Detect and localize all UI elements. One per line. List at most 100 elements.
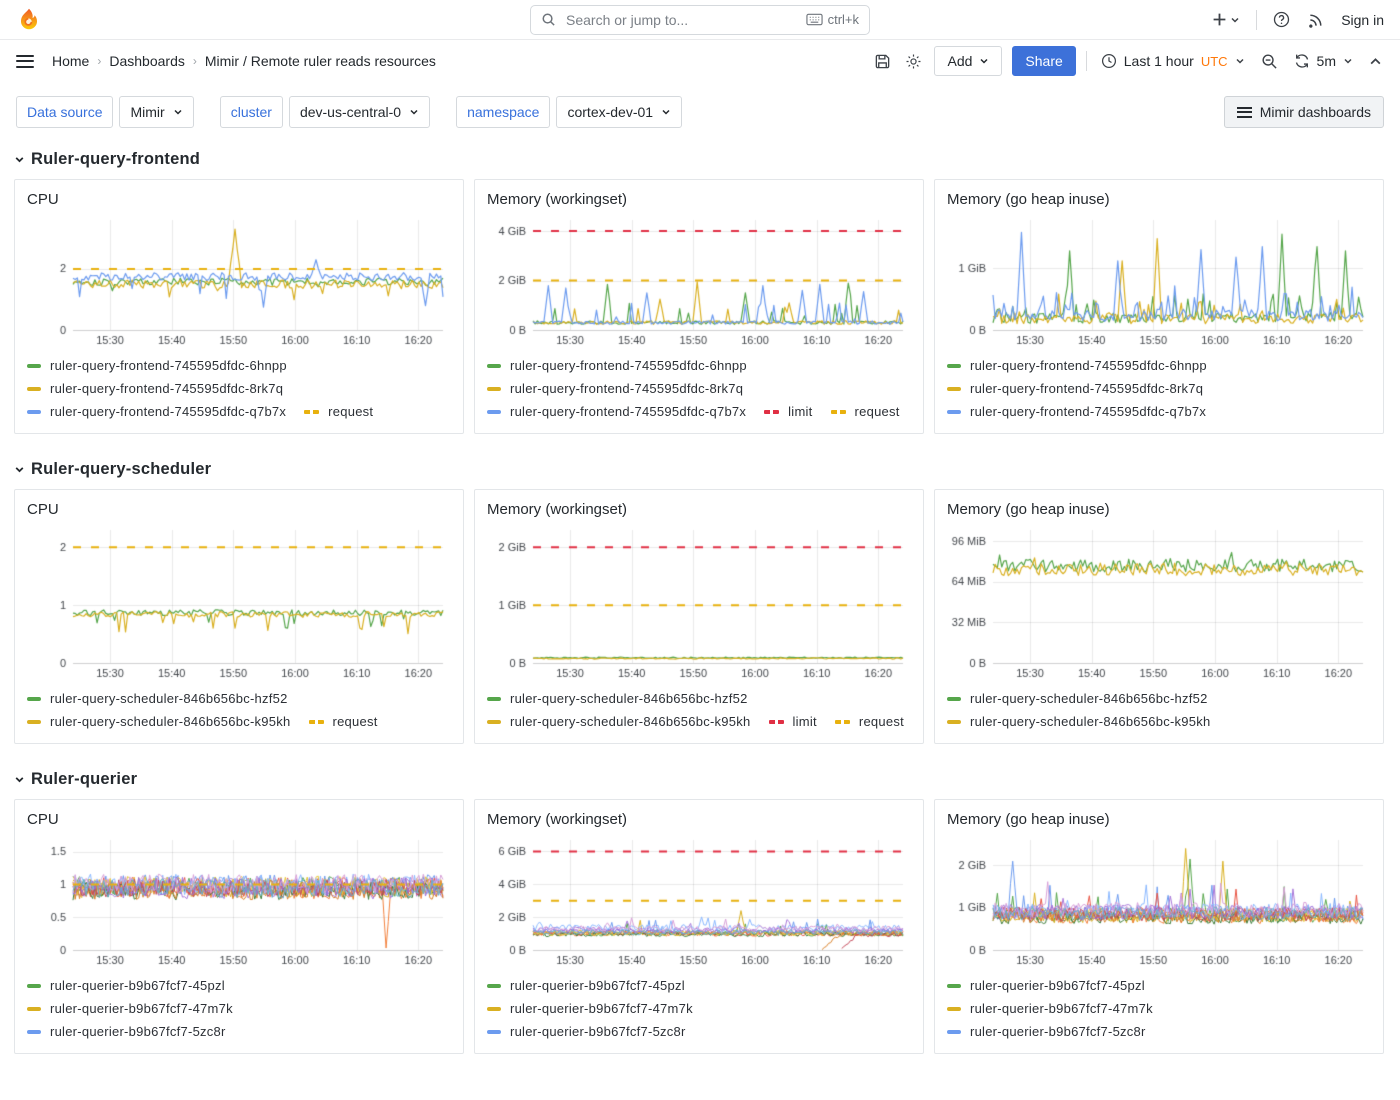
chart-canvas[interactable] <box>27 522 451 683</box>
plus-icon <box>1212 12 1227 27</box>
legend-item[interactable]: ruler-query-scheduler-846b656bc-k95kh <box>27 714 291 729</box>
legend-item[interactable]: ruler-querier-b9b67fcf7-47m7k <box>947 1001 1153 1016</box>
chart-canvas[interactable] <box>487 832 911 970</box>
panel: Memory (workingset) ruler-querier-b9b67f… <box>474 799 924 1054</box>
chart-canvas[interactable] <box>947 832 1371 970</box>
chart-canvas[interactable] <box>27 832 451 970</box>
section-header[interactable]: Ruler-query-frontend <box>0 142 1400 175</box>
legend-label: ruler-querier-b9b67fcf7-45pzl <box>510 978 685 993</box>
panel-title[interactable]: CPU <box>27 500 451 520</box>
add-panel-button[interactable]: Add <box>934 46 1002 76</box>
breadcrumb-home[interactable]: Home <box>52 53 89 69</box>
top-nav: ctrl+k Sign in <box>0 0 1400 40</box>
legend-item[interactable]: ruler-query-frontend-745595dfdc-8rk7q <box>27 381 283 396</box>
legend-item[interactable]: ruler-query-frontend-745595dfdc-8rk7q <box>487 381 743 396</box>
legend-item[interactable]: request <box>304 404 373 419</box>
refresh-button[interactable]: 5m <box>1290 53 1357 69</box>
mimir-dashboards-button[interactable]: Mimir dashboards <box>1224 96 1384 128</box>
search-input[interactable] <box>564 11 798 29</box>
panel-title[interactable]: Memory (go heap inuse) <box>947 500 1371 520</box>
legend-row: ruler-query-frontend-745595dfdc-q7b7x req… <box>27 400 451 423</box>
legend-item[interactable]: ruler-query-frontend-745595dfdc-q7b7x <box>27 404 286 419</box>
time-range-picker[interactable]: Last 1 hour UTC <box>1097 53 1249 69</box>
sign-in-link[interactable]: Sign in <box>1341 12 1384 28</box>
chart-canvas[interactable] <box>487 212 911 350</box>
legend-item[interactable]: limit <box>769 714 817 729</box>
chart-canvas[interactable] <box>947 522 1371 683</box>
breadcrumb-dashboards[interactable]: Dashboards <box>109 53 185 69</box>
namespace-picker[interactable]: cortex-dev-01 <box>556 96 682 128</box>
panel-title[interactable]: Memory (go heap inuse) <box>947 810 1371 830</box>
legend-item[interactable]: ruler-querier-b9b67fcf7-45pzl <box>947 978 1145 993</box>
legend-swatch <box>304 410 319 414</box>
save-dashboard-button[interactable] <box>872 51 893 72</box>
grafana-logo[interactable] <box>16 7 42 33</box>
legend-row: ruler-query-frontend-745595dfdc-8rk7q <box>27 377 451 400</box>
chart-canvas[interactable] <box>487 522 911 683</box>
legend-item[interactable]: ruler-query-scheduler-846b656bc-hzf52 <box>487 691 748 706</box>
zoom-out-button[interactable] <box>1259 51 1280 72</box>
chevron-right-icon: › <box>97 54 101 68</box>
legend-item[interactable]: ruler-querier-b9b67fcf7-45pzl <box>487 978 685 993</box>
panel-title[interactable]: Memory (go heap inuse) <box>947 190 1371 210</box>
legend-item[interactable]: ruler-query-frontend-745595dfdc-6hnpp <box>487 358 747 373</box>
news-rss-icon <box>1308 11 1325 28</box>
panel-title[interactable]: CPU <box>27 810 451 830</box>
namespace-label[interactable]: namespace <box>456 96 550 128</box>
legend-label: ruler-query-frontend-745595dfdc-6hnpp <box>970 358 1207 373</box>
legend-label: ruler-query-scheduler-846b656bc-hzf52 <box>970 691 1208 706</box>
legend-item[interactable]: ruler-querier-b9b67fcf7-5zc8r <box>27 1024 226 1039</box>
search-box[interactable]: ctrl+k <box>530 5 870 35</box>
legend-item[interactable]: ruler-query-frontend-745595dfdc-8rk7q <box>947 381 1203 396</box>
chart-canvas[interactable] <box>947 212 1371 350</box>
legend: ruler-query-scheduler-846b656bc-hzf52 rul… <box>947 687 1371 733</box>
legend-swatch <box>947 984 961 988</box>
datasource-label[interactable]: Data source <box>16 96 113 128</box>
clock-icon <box>1101 53 1117 69</box>
legend-item[interactable]: ruler-querier-b9b67fcf7-5zc8r <box>487 1024 686 1039</box>
legend-swatch <box>487 364 501 368</box>
legend-label: ruler-querier-b9b67fcf7-45pzl <box>50 978 225 993</box>
legend-item[interactable]: ruler-querier-b9b67fcf7-47m7k <box>487 1001 693 1016</box>
legend-item[interactable]: ruler-query-scheduler-846b656bc-hzf52 <box>27 691 288 706</box>
legend-item[interactable]: request <box>309 714 378 729</box>
panel-title[interactable]: Memory (workingset) <box>487 810 911 830</box>
section-header[interactable]: Ruler-querier <box>0 762 1400 795</box>
breadcrumb-current: Mimir / Remote ruler reads resources <box>205 53 436 69</box>
legend-item[interactable]: ruler-query-frontend-745595dfdc-6hnpp <box>27 358 287 373</box>
legend-item[interactable]: request <box>831 404 900 419</box>
panel-title[interactable]: Memory (workingset) <box>487 500 911 520</box>
dashboard-settings-button[interactable] <box>903 51 924 72</box>
legend-item[interactable]: ruler-querier-b9b67fcf7-45pzl <box>27 978 225 993</box>
legend-item[interactable]: ruler-query-frontend-745595dfdc-q7b7x <box>947 404 1206 419</box>
legend-item[interactable]: ruler-query-scheduler-846b656bc-k95kh <box>487 714 751 729</box>
section-title: Ruler-query-scheduler <box>31 460 211 479</box>
collapse-toolbar-button[interactable] <box>1367 53 1384 70</box>
legend-item[interactable]: limit <box>764 404 812 419</box>
share-button[interactable]: Share <box>1012 46 1075 76</box>
legend-label: ruler-querier-b9b67fcf7-47m7k <box>50 1001 233 1016</box>
section-header[interactable]: Ruler-query-scheduler <box>0 452 1400 485</box>
menu-icon[interactable] <box>16 51 34 72</box>
help-button[interactable] <box>1271 9 1292 30</box>
datasource-picker[interactable]: Mimir <box>119 96 193 128</box>
legend-label: request <box>855 404 900 419</box>
legend-item[interactable]: ruler-query-frontend-745595dfdc-q7b7x <box>487 404 746 419</box>
news-button[interactable] <box>1306 9 1327 30</box>
chevron-down-icon <box>14 154 25 165</box>
chevron-down-icon <box>1230 15 1240 25</box>
cluster-picker[interactable]: dev-us-central-0 <box>289 96 430 128</box>
legend-item[interactable]: ruler-query-scheduler-846b656bc-hzf52 <box>947 691 1208 706</box>
legend-item[interactable]: ruler-query-frontend-745595dfdc-6hnpp <box>947 358 1207 373</box>
legend-item[interactable]: ruler-query-scheduler-846b656bc-k95kh <box>947 714 1211 729</box>
cluster-label[interactable]: cluster <box>220 96 283 128</box>
chart-canvas[interactable] <box>27 212 451 350</box>
legend-swatch <box>487 720 501 724</box>
panel-title[interactable]: Memory (workingset) <box>487 190 911 210</box>
legend-item[interactable]: ruler-querier-b9b67fcf7-5zc8r <box>947 1024 1146 1039</box>
legend-item[interactable]: request <box>835 714 904 729</box>
add-new-button[interactable] <box>1210 10 1242 29</box>
panel-title[interactable]: CPU <box>27 190 451 210</box>
legend-item[interactable]: ruler-querier-b9b67fcf7-47m7k <box>27 1001 233 1016</box>
legend-row: ruler-querier-b9b67fcf7-47m7k <box>487 997 911 1020</box>
